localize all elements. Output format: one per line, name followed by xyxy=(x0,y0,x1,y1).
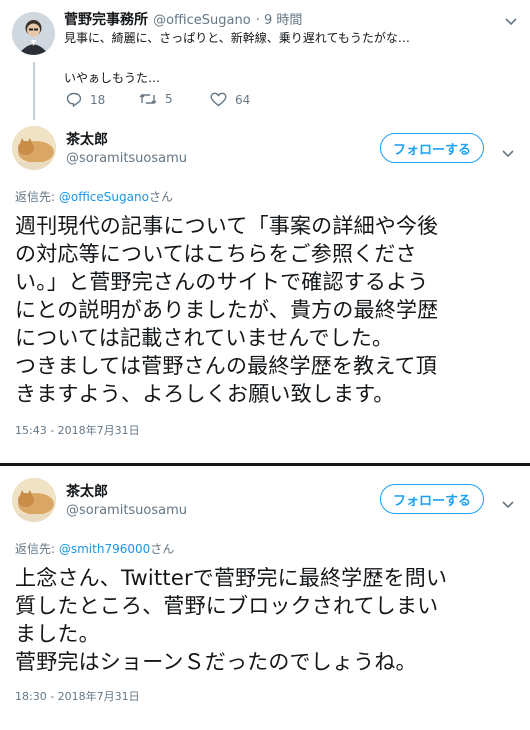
tweet-timestamp[interactable]: 18:30 - 2018年7月31日 xyxy=(15,688,140,704)
tweet-text-line: 週刊現代の記事について「事案の詳細や今後 xyxy=(15,214,439,238)
tweet-text-line: の対応等についてはこちらをご参照くださ xyxy=(15,242,417,266)
cat-avatar-icon xyxy=(12,478,56,522)
thread-line xyxy=(33,62,35,120)
reply-to-link[interactable]: @officeSugano xyxy=(59,190,149,204)
tweet-text: 上念さん、Twitterで菅野完に最終学歴を問い 質したところ、菅野にブロックさ… xyxy=(15,564,520,676)
reply-suffix: さん xyxy=(150,542,175,556)
avatar[interactable] xyxy=(12,478,56,522)
reply-button[interactable]: 18 xyxy=(66,92,105,107)
tweet-text-line: い。」と菅野完さんのサイトで確認するよう xyxy=(15,270,429,294)
reply-to-link[interactable]: @smith796000 xyxy=(59,542,150,556)
follow-button[interactable]: フォローする xyxy=(380,133,484,163)
reply-icon xyxy=(66,92,82,107)
tweet-time[interactable]: · 9 時間 xyxy=(256,13,303,28)
retweet-button[interactable]: 5 xyxy=(139,92,173,106)
cat-avatar-icon xyxy=(12,126,56,170)
user-handle[interactable]: @officeSugano xyxy=(153,13,251,28)
tweet-text-line: 質したところ、菅野にブロックされてしまい xyxy=(15,594,439,618)
follow-button-label: フォローする xyxy=(392,142,471,158)
more-chevron-icon[interactable] xyxy=(502,144,514,163)
reply-prefix: 返信先: xyxy=(15,542,59,556)
tweet-text-line2: いやぁしもうた… xyxy=(64,71,161,85)
like-count: 64 xyxy=(235,92,251,107)
like-button[interactable]: 64 xyxy=(210,92,250,107)
heart-icon xyxy=(210,92,227,107)
tweet-text-line: ました。 xyxy=(15,622,100,646)
display-name[interactable]: 茶太郎 xyxy=(66,481,108,501)
follow-button-label: フォローする xyxy=(392,493,471,509)
avatar[interactable] xyxy=(12,126,56,170)
retweet-icon xyxy=(139,94,157,104)
tweet-text: 週刊現代の記事について「事案の詳細や今後 の対応等についてはこちらをご参照くださ… xyxy=(15,212,520,408)
tweet-text-line: 菅野完はショーンＳだったのでしょうね。 xyxy=(15,650,417,674)
tweet-text-line: きますよう、よろしくお願い致します。 xyxy=(15,382,395,406)
follow-button[interactable]: フォローする xyxy=(380,484,484,514)
tweet-text-line: にとの説明がありましたが、貴方の最終学歴 xyxy=(15,298,439,322)
user-handle[interactable]: @soramitsuosamu xyxy=(66,151,187,166)
tweet-text-line: つきましては菅野さんの最終学歴を教えて頂 xyxy=(15,354,437,378)
display-name[interactable]: 茶太郎 xyxy=(66,129,108,149)
retweet-count: 5 xyxy=(165,92,173,106)
user-handle[interactable]: @soramitsuosamu xyxy=(66,503,187,518)
reply-count: 18 xyxy=(90,92,106,107)
reply-suffix: さん xyxy=(148,190,173,204)
tweet-timestamp[interactable]: 15:43 - 2018年7月31日 xyxy=(15,422,140,438)
avatar[interactable] xyxy=(12,12,55,55)
tweet-text: 見事に、綺麗に、さっぱりと、新幹線、乗り遅れてもうたがな… xyxy=(64,31,410,45)
separator xyxy=(0,463,530,466)
tweet-text-line: 上念さん、Twitterで菅野完に最終学歴を問い xyxy=(15,566,448,590)
reply-context: 返信先: @smith796000さん xyxy=(15,540,174,557)
display-name[interactable]: 菅野完事務所 xyxy=(64,12,148,28)
more-chevron-icon[interactable] xyxy=(505,12,517,31)
more-chevron-icon[interactable] xyxy=(502,495,514,514)
tweet-text-line: については記載されていませんでした。 xyxy=(15,326,394,350)
person-avatar-icon xyxy=(12,12,55,55)
reply-context: 返信先: @officeSuganoさん xyxy=(15,188,173,205)
reply-prefix: 返信先: xyxy=(15,190,59,204)
